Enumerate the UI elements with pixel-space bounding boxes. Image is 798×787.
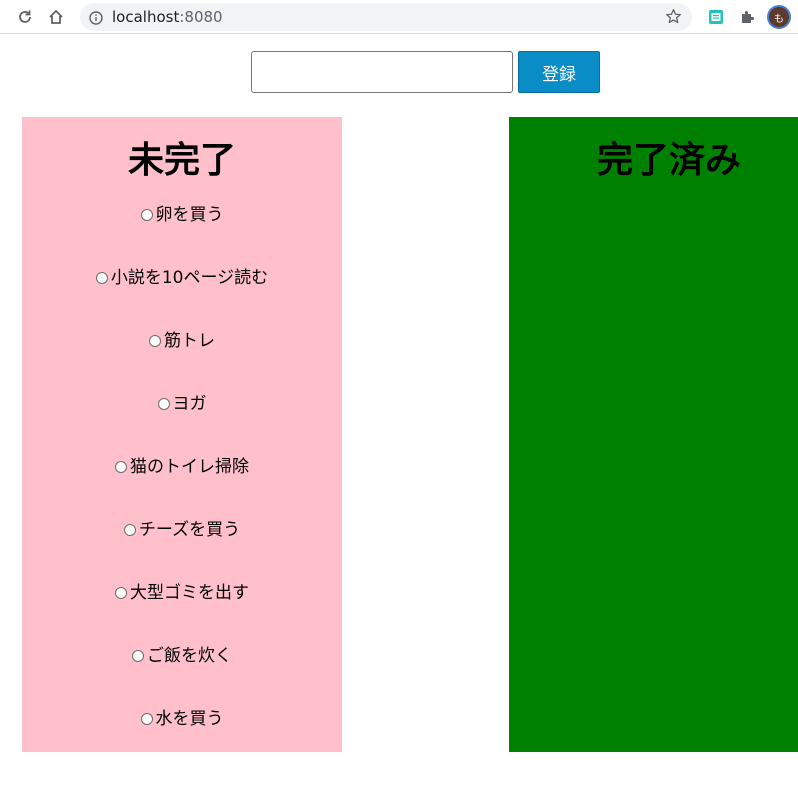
incomplete-title: 未完了: [127, 140, 236, 181]
todo-radio[interactable]: [132, 650, 144, 662]
todo-item-label-wrap[interactable]: ヨガ: [157, 392, 207, 416]
reload-icon[interactable]: [14, 6, 36, 28]
todo-radio[interactable]: [95, 272, 108, 284]
todo-item-text: ご飯を炊く: [147, 646, 232, 666]
todo-item-text: 筋トレ: [164, 331, 215, 351]
todo-item: 小説を10ページ読む: [22, 266, 342, 329]
todo-item-label-wrap[interactable]: 大型ゴミを出す: [115, 581, 249, 605]
todo-item-text: 小説を10ページ読む: [110, 268, 269, 288]
todo-item-text: 猫のトイレ掃除: [130, 457, 249, 477]
todo-item: チーズを買う: [22, 518, 342, 581]
todo-radio[interactable]: [115, 461, 127, 473]
extensions-puzzle-icon[interactable]: [736, 6, 758, 28]
todo-input[interactable]: [251, 51, 513, 93]
todo-radio[interactable]: [140, 713, 153, 725]
todo-item-label-wrap[interactable]: 卵を買う: [140, 203, 224, 227]
todo-radio[interactable]: [123, 524, 136, 536]
todo-item-label-wrap[interactable]: チーズを買う: [123, 518, 241, 542]
todo-item: 卵を買う: [22, 203, 342, 266]
todo-item: 大型ゴミを出す: [22, 581, 342, 644]
todo-item-label-wrap[interactable]: 猫のトイレ掃除: [115, 455, 249, 479]
url-text: localhost:8080: [112, 7, 223, 27]
complete-panel: 完了済み: [509, 117, 798, 752]
home-icon[interactable]: [45, 6, 67, 28]
todo-item-text: 卵を買う: [155, 205, 224, 225]
todo-item: ご飯を炊く: [22, 644, 342, 707]
todo-item: 水を買う: [22, 707, 342, 770]
todo-item-label-wrap[interactable]: 小説を10ページ読む: [95, 266, 269, 290]
todo-item-label-wrap[interactable]: ご飯を炊く: [132, 644, 232, 668]
complete-title: 完了済み: [596, 140, 741, 181]
todo-item-text: チーズを買う: [138, 520, 241, 540]
url-port: :8080: [179, 8, 223, 26]
incomplete-list: 卵を買う 小説を10ページ読む 筋トレ ヨガ 猫のトイレ掃除 チーズを買う 大型…: [22, 203, 342, 770]
todo-item-text: 大型ゴミを出す: [130, 583, 249, 603]
todo-item-text: 水を買う: [155, 709, 224, 729]
todo-item-label-wrap[interactable]: 水を買う: [140, 707, 224, 731]
todo-item-text: ヨガ: [172, 394, 207, 414]
todo-radio[interactable]: [157, 398, 170, 410]
todo-item: 筋トレ: [22, 329, 342, 392]
url-host: localhost: [112, 8, 180, 26]
todo-item: 猫のトイレ掃除: [22, 455, 342, 518]
todo-item-label-wrap[interactable]: 筋トレ: [149, 329, 215, 353]
info-icon[interactable]: [89, 10, 103, 29]
extension-reader-icon[interactable]: [705, 6, 727, 28]
incomplete-panel: 未完了 卵を買う 小説を10ページ読む 筋トレ ヨガ 猫のトイレ掃除 チーズを買…: [22, 117, 342, 752]
add-button[interactable]: 登録: [518, 51, 600, 93]
profile-avatar[interactable]: も: [767, 5, 791, 29]
address-bar[interactable]: localhost:8080: [80, 3, 692, 31]
todo-radio[interactable]: [140, 209, 153, 221]
todo-radio[interactable]: [149, 335, 161, 347]
bookmark-star-icon[interactable]: [665, 8, 682, 29]
todo-radio[interactable]: [115, 587, 127, 599]
browser-toolbar: localhost:8080 も: [0, 0, 798, 34]
todo-item: ヨガ: [22, 392, 342, 455]
